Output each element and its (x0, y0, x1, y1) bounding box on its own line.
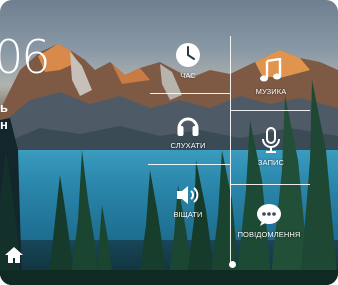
headphones-icon (177, 117, 199, 136)
tile-messages[interactable]: ПОВІДОМЛЕННЯ (236, 203, 302, 239)
tile-record-label: ЗАПИС (257, 158, 285, 167)
grid-divider (148, 164, 230, 165)
speaker-icon (177, 186, 199, 204)
grid-divider-vertical (230, 36, 231, 266)
clock-icon (176, 43, 200, 67)
tile-listen-label: СЛУХАТИ (170, 141, 206, 150)
page-indicator-dot[interactable] (229, 261, 236, 268)
microphone-icon (262, 127, 280, 153)
tile-clock[interactable]: ЧАС (160, 42, 216, 80)
tile-messages-label: ПОВІДОМЛЕННЯ (237, 230, 301, 239)
grid-divider (230, 110, 310, 111)
chat-bubble-icon (257, 204, 281, 226)
tile-announce[interactable]: ВІЩАТИ (160, 183, 216, 219)
tile-clock-label: ЧАС (180, 71, 196, 80)
clock-time: 06 (0, 30, 51, 84)
tile-music[interactable]: МУЗИКА (243, 58, 299, 96)
tile-listen[interactable]: СЛУХАТИ (160, 112, 216, 150)
tile-record[interactable]: ЗАПИС (243, 127, 299, 167)
home-icon[interactable] (4, 246, 24, 264)
tile-music-label: МУЗИКА (255, 87, 287, 96)
grid-divider (230, 184, 310, 185)
clock-date-text: н (0, 117, 8, 132)
grid-divider (150, 93, 230, 94)
clock-day-text: ь (0, 100, 8, 115)
music-note-icon (260, 58, 282, 82)
home-screen: 06 ь н ЧАС МУЗИКА СЛУХАТИ ЗАПИС ВІЩАТИ П… (0, 0, 338, 285)
tile-announce-label: ВІЩАТИ (173, 210, 203, 219)
